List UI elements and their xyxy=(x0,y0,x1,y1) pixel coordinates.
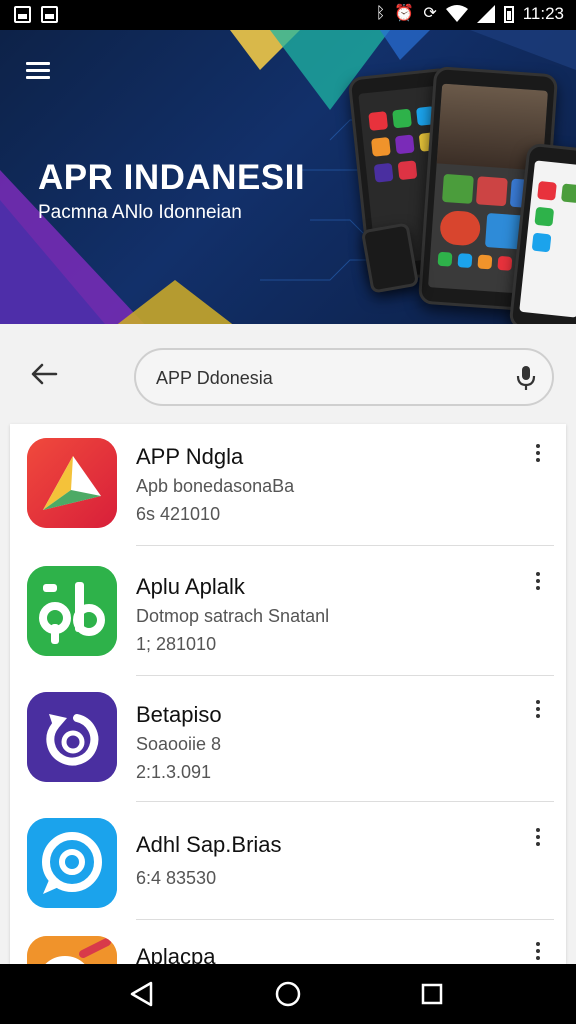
search-input[interactable]: APP Ddonesia xyxy=(156,368,273,389)
system-navigation-bar xyxy=(0,964,576,1024)
status-time: 11:23 xyxy=(522,4,564,23)
chat-bubble-icon xyxy=(27,818,117,908)
list-item[interactable]: APP Ndgla Apb bonedasonaBa 6s 421010 xyxy=(10,424,566,546)
status-bar: ᛒ ⏰ ⟳ 11:23 xyxy=(0,0,576,30)
nav-back-icon[interactable] xyxy=(129,980,155,1008)
play-arrow-icon xyxy=(27,438,117,528)
microphone-icon[interactable] xyxy=(514,364,538,392)
banner-title: APR INDANESII xyxy=(38,158,306,197)
search-field[interactable]: APP Ddonesia xyxy=(134,348,554,406)
more-options-icon[interactable] xyxy=(536,444,542,465)
more-options-icon[interactable] xyxy=(536,828,542,849)
banner-subtitle: Pacmna ANlo Idonneian xyxy=(38,202,242,223)
app-number: 6:4 83530 xyxy=(136,868,217,888)
app-description: Dotmop satrach Snatanl xyxy=(136,606,330,626)
app-description: Apb bonedasonaBa xyxy=(136,476,295,496)
app-number: 2:1.3.091 xyxy=(136,762,212,782)
more-options-icon[interactable] xyxy=(536,942,542,963)
app-name: APP Ndgla xyxy=(136,444,244,469)
list-item[interactable]: Betapiso Soaooiie 8 2:1.3.091 xyxy=(10,676,566,802)
list-item[interactable]: Aplu Aplalk Dotmop satrach Snatanl 1; 28… xyxy=(10,546,566,676)
app-results-list: APP Ndgla Apb bonedasonaBa 6s 421010 Apl… xyxy=(10,424,566,964)
wifi-icon xyxy=(445,5,468,22)
nav-recents-icon[interactable] xyxy=(420,982,444,1006)
list-item[interactable]: Adhl Sap.Brias 6:4 83530 xyxy=(10,802,566,920)
battery-icon xyxy=(503,5,514,23)
brush-icon xyxy=(27,936,117,964)
sync-icon: ⟳ xyxy=(423,5,437,22)
app-name: Betapiso xyxy=(136,702,222,727)
app-description: Soaooiie 8 xyxy=(136,734,222,754)
more-options-icon[interactable] xyxy=(536,572,542,593)
app-name: Aplacpa xyxy=(136,944,216,964)
pb-logo-icon xyxy=(27,566,117,656)
alarm-icon: ⏰ xyxy=(394,5,415,22)
app-number: 6s 421010 xyxy=(136,504,221,524)
bluetooth-icon: ᛒ xyxy=(375,5,386,22)
gallery-notification-icon xyxy=(14,6,31,23)
app-name: Aplu Aplalk xyxy=(136,574,245,599)
nav-home-icon[interactable] xyxy=(274,980,302,1008)
app-number: 1; 281010 xyxy=(136,634,217,654)
menu-icon[interactable] xyxy=(26,62,50,80)
refresh-icon xyxy=(27,692,117,782)
image-notification-icon xyxy=(41,6,58,23)
list-item[interactable]: Aplacpa xyxy=(10,920,566,964)
hero-banner: APR INDANESII Pacmna ANlo Idonneian xyxy=(0,30,576,324)
more-options-icon[interactable] xyxy=(536,700,542,721)
app-name: Adhl Sap.Brias xyxy=(136,832,282,857)
back-arrow-icon[interactable] xyxy=(30,362,58,386)
signal-icon xyxy=(476,5,495,23)
